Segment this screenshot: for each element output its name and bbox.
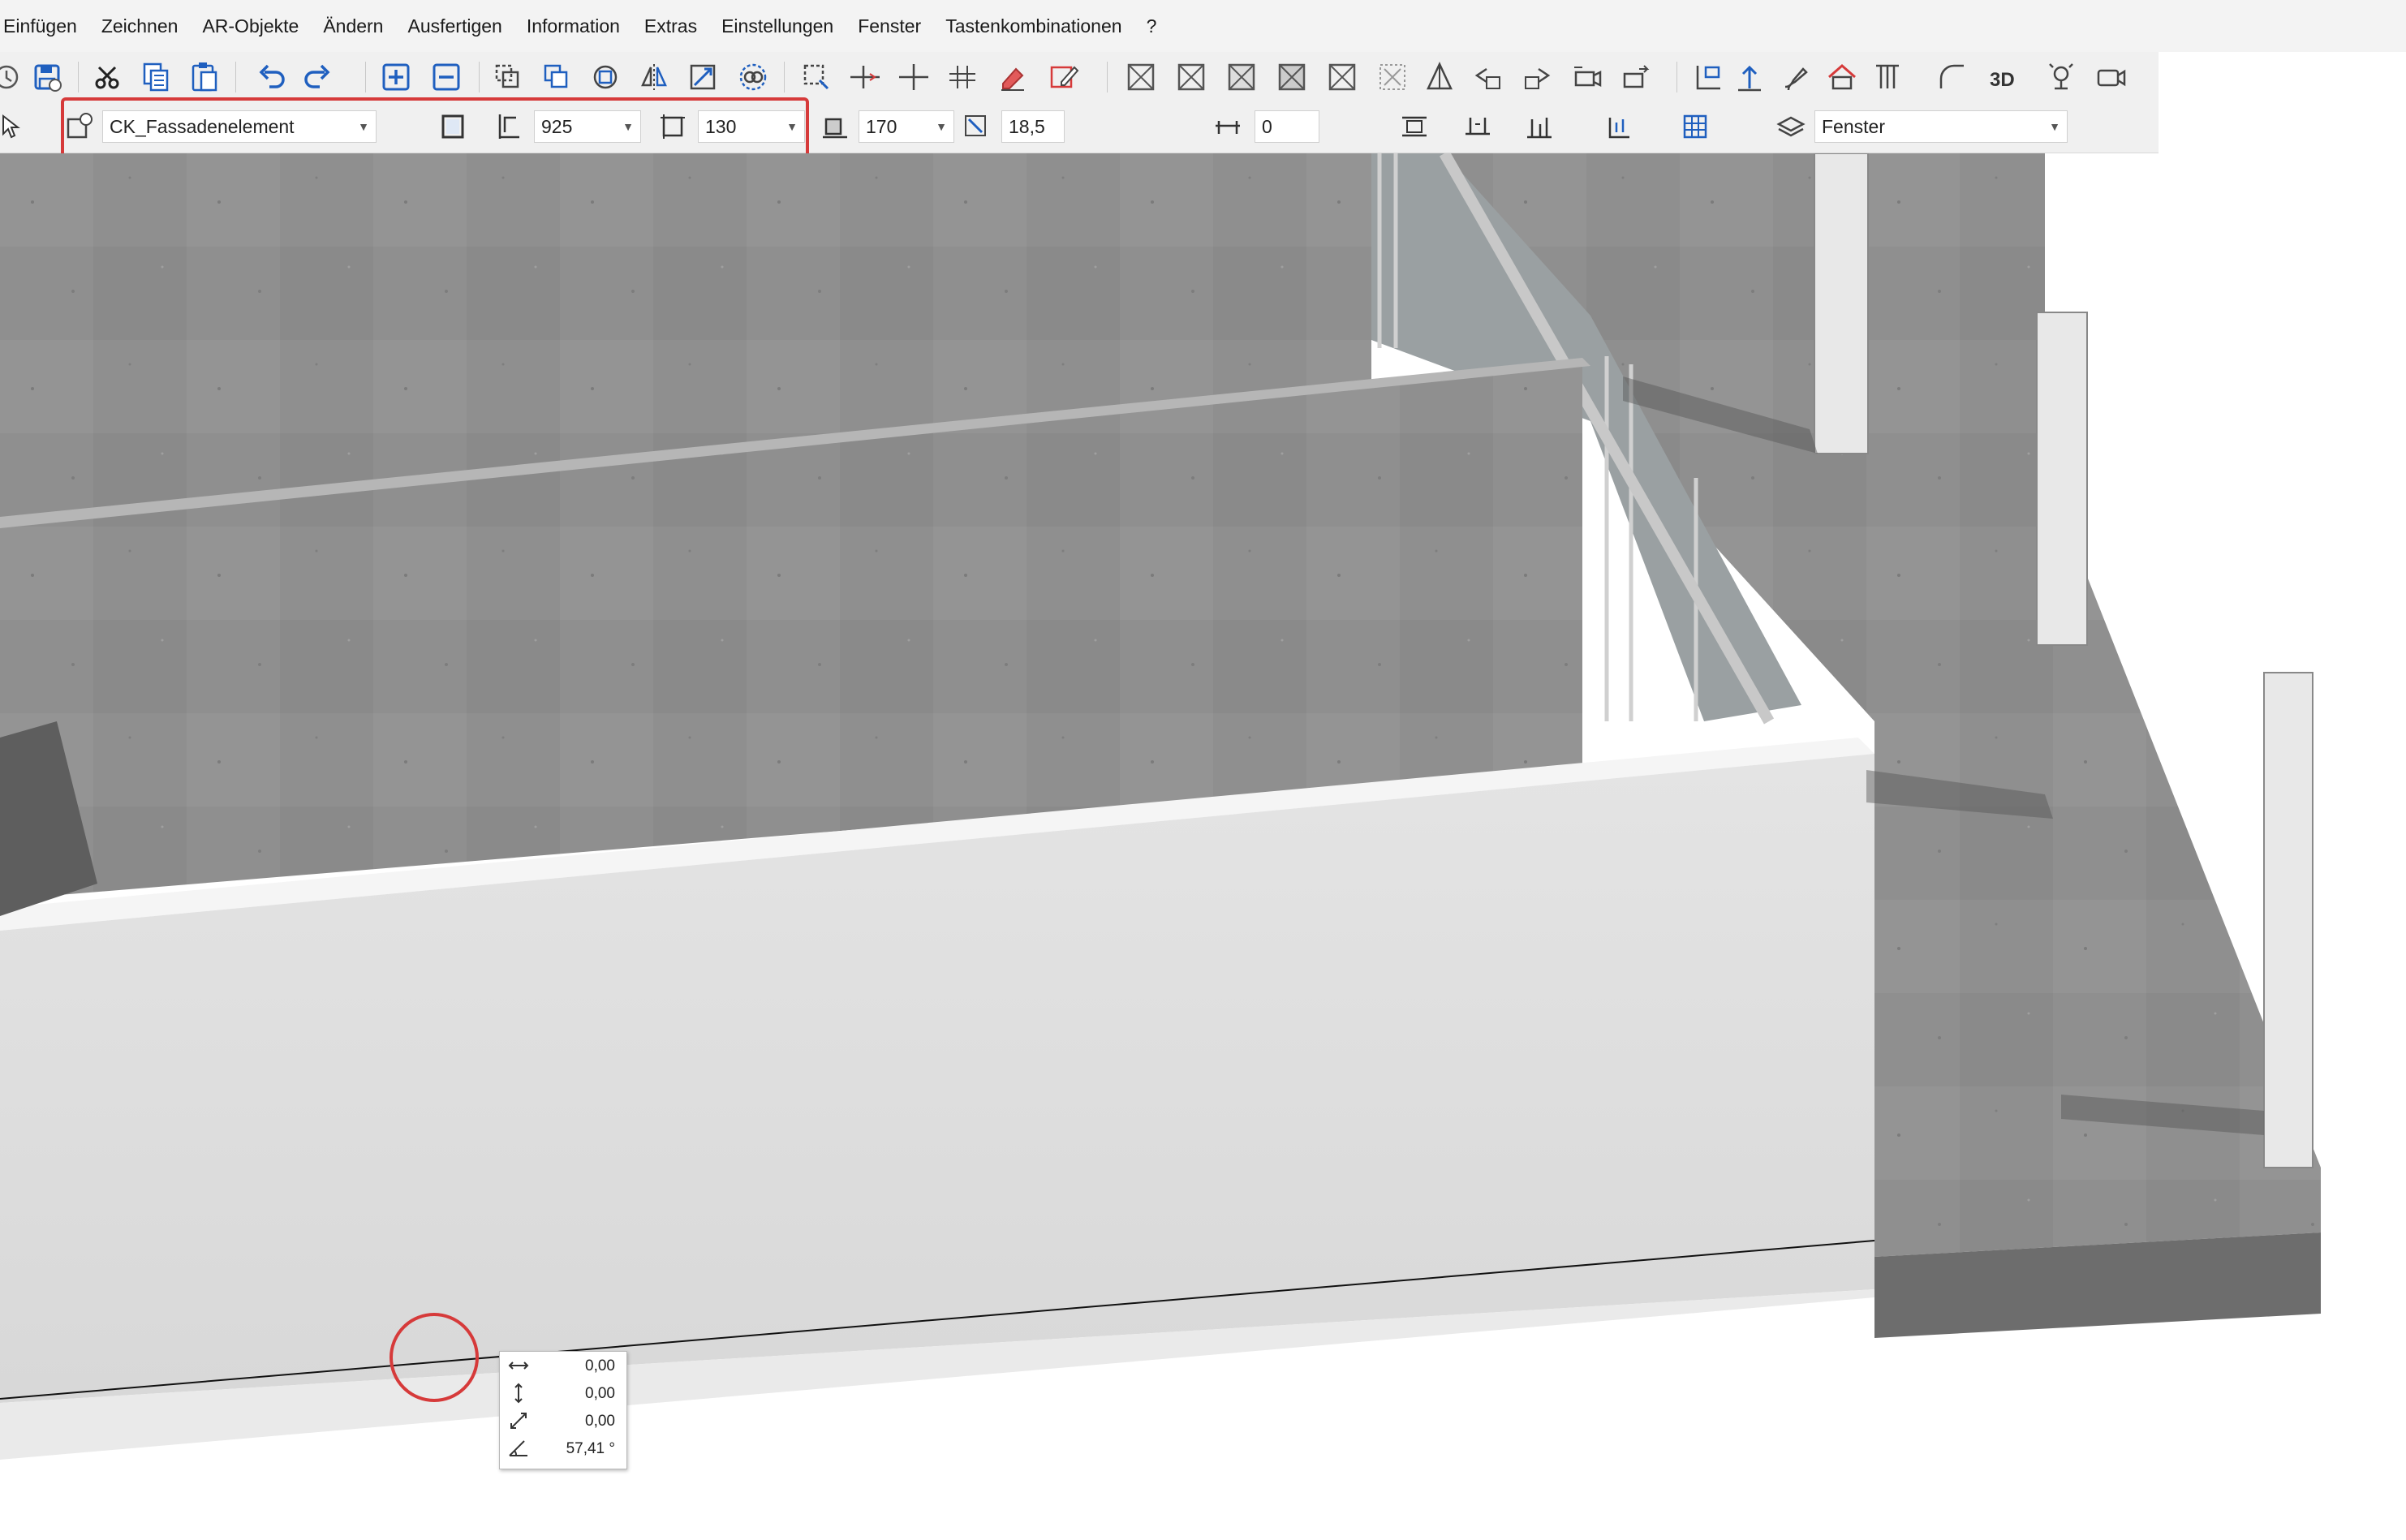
menu-einfuegen[interactable]: Einfügen <box>0 15 89 37</box>
history-icon[interactable] <box>0 59 24 95</box>
paste-icon[interactable] <box>187 59 222 95</box>
options-icon[interactable] <box>1603 110 1638 144</box>
arc-icon[interactable] <box>1935 59 1970 95</box>
eraser-icon[interactable] <box>995 59 1031 95</box>
menu-zeichnen[interactable]: Zeichnen <box>89 15 191 37</box>
pointer-icon[interactable] <box>0 110 23 144</box>
view-3d-icon[interactable]: 3D <box>1985 59 2032 95</box>
horizontal-arrow-icon <box>508 1361 529 1370</box>
cross-box-icon-6[interactable] <box>1375 59 1410 95</box>
menu-ausfertigen[interactable]: Ausfertigen <box>395 15 514 37</box>
zoom-out-icon[interactable] <box>428 59 464 95</box>
cross-box-icon-5[interactable] <box>1324 59 1360 95</box>
split-line-icon[interactable] <box>847 59 883 95</box>
coord-row-angle: 57,41 ° <box>500 1435 626 1462</box>
stretch-icon[interactable] <box>685 59 721 95</box>
main-toolbar: 3D <box>0 52 2159 102</box>
coord-row-dx: 0,00 <box>500 1352 626 1379</box>
coord-row-dy: 0,00 <box>500 1379 626 1407</box>
house-icon[interactable] <box>1824 59 1860 95</box>
arrow-forward-icon[interactable] <box>1519 59 1555 95</box>
cross-box-icon-1[interactable] <box>1123 59 1159 95</box>
cursor-highlight-circle <box>390 1313 479 1402</box>
layers-icon[interactable] <box>1774 110 1808 144</box>
duplicate-icon[interactable] <box>539 59 575 95</box>
align-bottom-icon[interactable] <box>1522 110 1556 144</box>
3d-viewport[interactable] <box>0 153 2406 1540</box>
menu-tastenkombinationen[interactable]: Tastenkombinationen <box>933 15 1134 37</box>
building-3d-scene <box>0 153 2321 1460</box>
align-middle-icon[interactable] <box>1461 110 1495 144</box>
intersect-icon[interactable] <box>896 59 932 95</box>
menu-bar: Einfügen Zeichnen AR-Objekte Ändern Ausf… <box>0 0 2406 52</box>
menu-fenster[interactable]: Fenster <box>846 15 933 37</box>
menu-information[interactable]: Information <box>514 15 632 37</box>
menu-ar-objekte[interactable]: AR-Objekte <box>190 15 311 37</box>
slope-icon[interactable] <box>959 110 993 144</box>
copy-icon[interactable] <box>138 59 174 95</box>
slope-field[interactable]: 18,5 <box>1001 110 1065 143</box>
camera-move-icon[interactable] <box>1569 59 1605 95</box>
edit-pen-icon[interactable] <box>1047 59 1082 95</box>
coord-dy-value: 0,00 <box>585 1385 615 1402</box>
transform-icon[interactable] <box>735 59 771 95</box>
pyramid-icon[interactable] <box>1422 59 1457 95</box>
elevation-icon[interactable] <box>1732 59 1767 95</box>
cross-box-icon-2[interactable] <box>1173 59 1209 95</box>
cross-box-icon-3[interactable] <box>1224 59 1259 95</box>
coord-angle-value: 57,41 ° <box>566 1440 615 1457</box>
vertical-arrow-icon <box>514 1383 523 1404</box>
rotate-icon[interactable] <box>588 59 623 95</box>
redo-icon[interactable] <box>300 59 336 95</box>
angle-icon <box>509 1440 527 1456</box>
coord-row-dz: 0,00 <box>500 1407 626 1435</box>
align-top-icon[interactable] <box>1397 110 1431 144</box>
menu-extras[interactable]: Extras <box>632 15 709 37</box>
menu-aendern[interactable]: Ändern <box>311 15 395 37</box>
offset-field[interactable]: 170 ▼ <box>859 110 954 143</box>
coord-dx-value: 0,00 <box>585 1357 615 1374</box>
menu-help[interactable]: ? <box>1134 15 1169 37</box>
layer-select[interactable]: Fenster ▼ <box>1814 110 2068 143</box>
coord-dz-value: 0,00 <box>585 1413 615 1430</box>
coordinate-tooltip: 0,00 0,00 0,00 57,41 ° <box>499 1351 627 1469</box>
offset-icon[interactable] <box>818 110 852 144</box>
save-icon[interactable] <box>29 59 65 95</box>
align-icon[interactable] <box>798 59 834 95</box>
copy-object-icon[interactable] <box>490 59 526 95</box>
grid-settings-icon[interactable] <box>1678 110 1712 144</box>
menu-einstellungen[interactable]: Einstellungen <box>709 15 846 37</box>
video-camera-icon[interactable] <box>2094 59 2129 95</box>
zoom-in-icon[interactable] <box>378 59 414 95</box>
gap-icon[interactable] <box>1211 110 1245 144</box>
light-icon[interactable] <box>2043 59 2079 95</box>
diagonal-arrow-icon <box>510 1413 527 1429</box>
gap-field[interactable]: 0 <box>1255 110 1319 143</box>
paint-brush-icon[interactable] <box>1777 59 1813 95</box>
view-3d-label: 3D <box>1990 69 2015 91</box>
mirror-icon[interactable] <box>636 59 672 95</box>
pillar-icon[interactable] <box>1870 59 1905 95</box>
chevron-down-icon: ▼ <box>2049 120 2060 133</box>
divide-icon[interactable] <box>945 59 980 95</box>
cut-icon[interactable] <box>89 59 125 95</box>
chevron-down-icon: ▼ <box>936 120 947 133</box>
layer-props-icon[interactable] <box>1691 59 1727 95</box>
undo-icon[interactable] <box>253 59 289 95</box>
arrow-back-icon[interactable] <box>1470 59 1506 95</box>
camera-turn-icon[interactable] <box>1620 59 1655 95</box>
cross-box-icon-4[interactable] <box>1274 59 1310 95</box>
